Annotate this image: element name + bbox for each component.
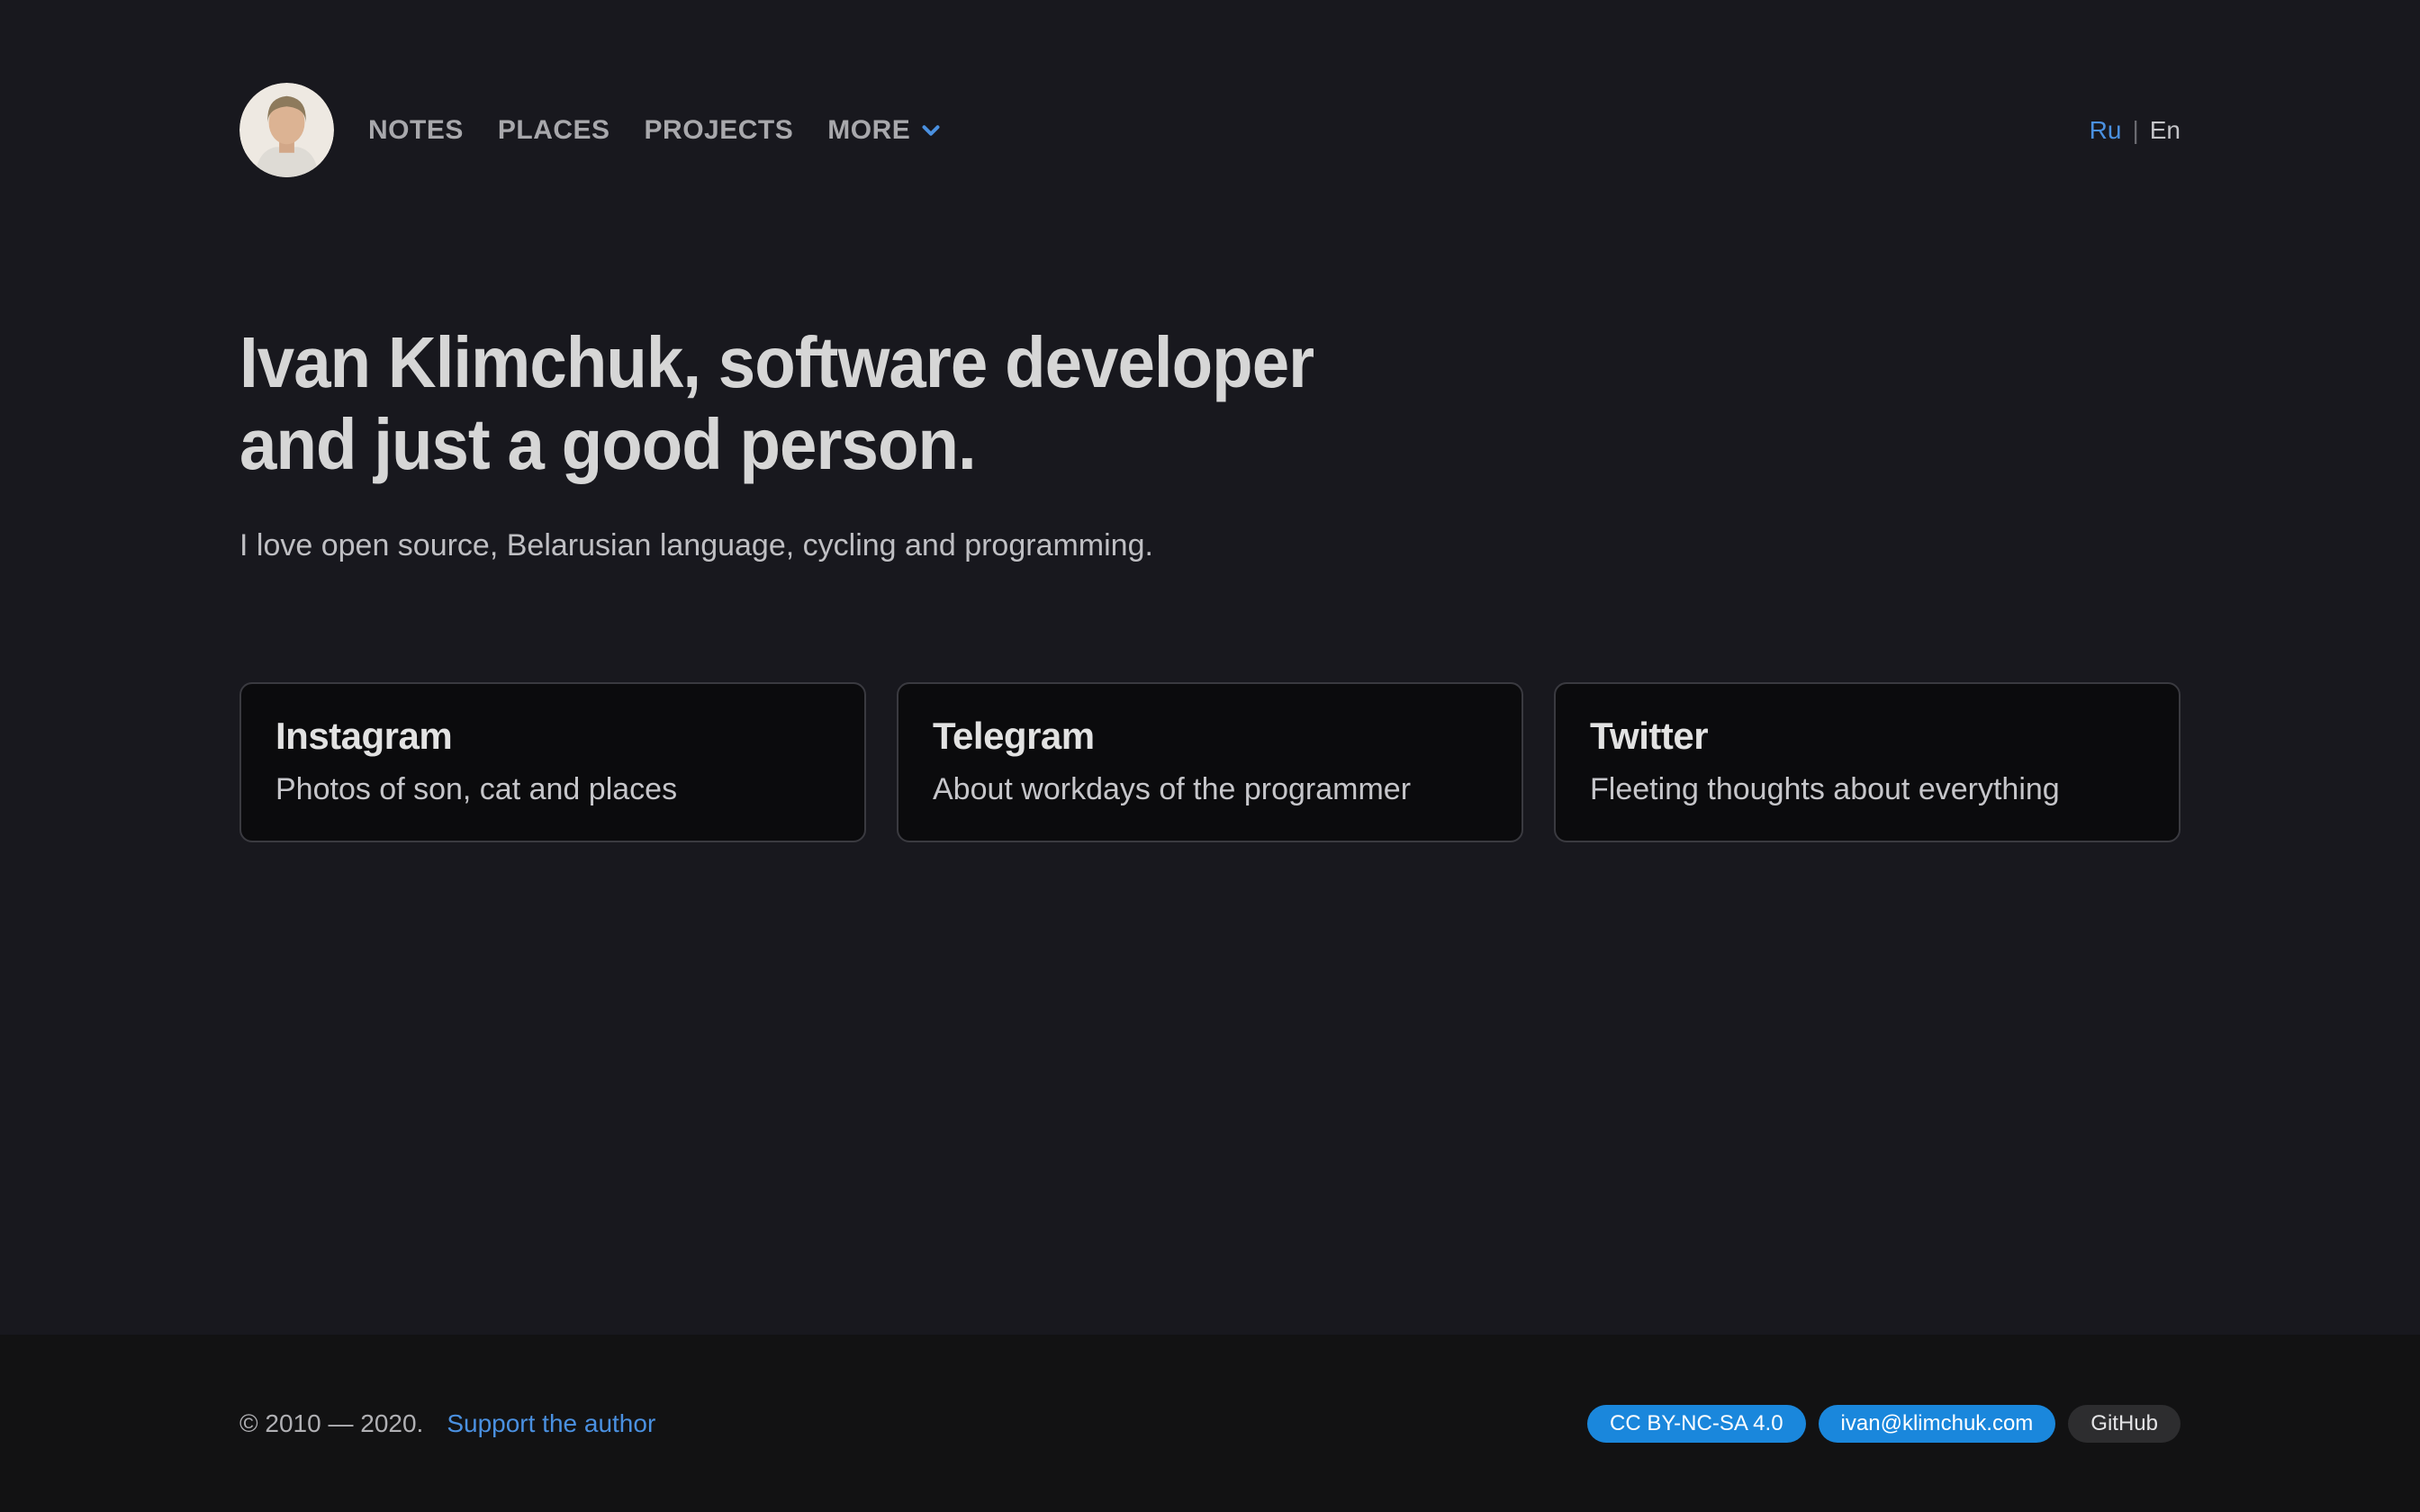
license-badge[interactable]: CC BY-NC-SA 4.0: [1587, 1405, 1806, 1443]
card-instagram[interactable]: Instagram Photos of son, cat and places: [239, 682, 866, 842]
avatar[interactable]: [239, 83, 334, 177]
card-twitter[interactable]: Twitter Fleeting thoughts about everythi…: [1554, 682, 2181, 842]
page-title-line2: and just a good person.: [239, 403, 2045, 485]
nav-item-places[interactable]: PLACES: [498, 115, 610, 146]
page-title-line1: Ivan Klimchuk, software developer: [239, 321, 2045, 403]
card-telegram-description: About workdays of the programmer: [933, 772, 1487, 807]
github-badge[interactable]: GitHub: [2068, 1405, 2181, 1443]
language-switcher: Ru | En: [2090, 116, 2181, 145]
chevron-down-icon: [917, 117, 944, 144]
main-nav: NOTES PLACES PROJECTS MORE: [368, 115, 944, 146]
language-link-ru[interactable]: Ru: [2090, 116, 2122, 145]
site-footer: © 2010 — 2020. Support the author CC BY-…: [0, 1335, 2420, 1512]
nav-item-notes[interactable]: NOTES: [368, 115, 464, 146]
support-author-link[interactable]: Support the author: [447, 1409, 655, 1438]
card-telegram-title: Telegram: [933, 715, 1487, 758]
card-instagram-description: Photos of son, cat and places: [275, 772, 830, 807]
email-badge[interactable]: ivan@klimchuk.com: [1819, 1405, 2056, 1443]
footer-badges: CC BY-NC-SA 4.0 ivan@klimchuk.com GitHub: [1587, 1405, 2181, 1443]
page-subtitle: I love open source, Belarusian language,…: [239, 528, 2181, 563]
copyright-text: © 2010 — 2020.: [239, 1409, 423, 1438]
card-twitter-title: Twitter: [1590, 715, 2145, 758]
card-telegram[interactable]: Telegram About workdays of the programme…: [897, 682, 1523, 842]
nav-item-projects[interactable]: PROJECTS: [645, 115, 794, 146]
nav-item-more-label: MORE: [827, 115, 910, 146]
social-cards: Instagram Photos of son, cat and places …: [239, 682, 2181, 842]
card-twitter-description: Fleeting thoughts about everything: [1590, 772, 2145, 807]
page-title: Ivan Klimchuk, software developer and ju…: [239, 321, 2045, 485]
language-separator: |: [2132, 116, 2138, 145]
card-instagram-title: Instagram: [275, 715, 830, 758]
main-page: NOTES PLACES PROJECTS MORE Ru | En: [0, 0, 2420, 1335]
language-current-en: En: [2150, 116, 2181, 145]
copyright: © 2010 — 2020. Support the author: [239, 1409, 655, 1438]
avatar-photo: [239, 83, 334, 177]
nav-item-more[interactable]: MORE: [827, 115, 944, 146]
site-header: NOTES PLACES PROJECTS MORE Ru | En: [239, 0, 2181, 177]
